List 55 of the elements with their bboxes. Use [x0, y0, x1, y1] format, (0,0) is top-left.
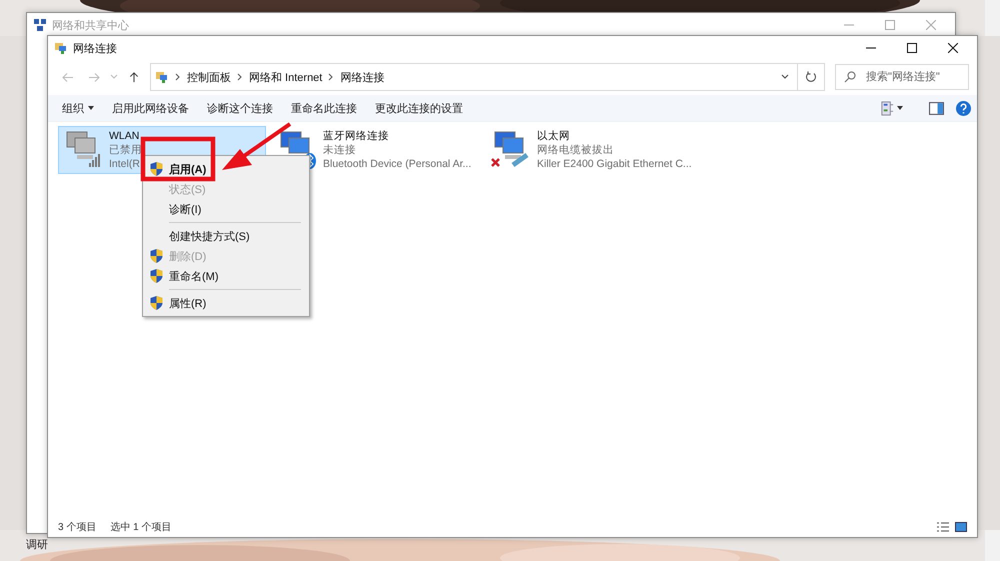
menu-item[interactable]: 创建快捷方式(S) [145, 226, 307, 246]
menu-item[interactable]: 重命名(M) [145, 266, 307, 286]
command-button[interactable]: 启用此网络设备 [104, 96, 197, 120]
connection-status: 网络电缆被拔出 [537, 143, 615, 157]
refresh-button[interactable] [797, 63, 825, 91]
command-button[interactable]: 更改此连接的设置 [367, 96, 471, 120]
breadcrumb-item[interactable]: 控制面板 [187, 70, 231, 84]
window-title: 网络和共享中心 [52, 18, 129, 32]
breadcrumb-item[interactable]: 网络和 Internet [249, 70, 322, 84]
chevron-right-icon [237, 73, 243, 81]
breadcrumb-item[interactable]: 网络连接 [340, 70, 384, 84]
help-icon[interactable] [956, 100, 971, 116]
search-icon [844, 71, 856, 83]
network-folder-icon [54, 41, 68, 55]
close-icon[interactable] [948, 43, 958, 53]
caret-icon [88, 106, 94, 110]
command-button[interactable]: 组织 [54, 96, 102, 120]
monitor-cable-icon [491, 129, 531, 169]
address-bar[interactable]: 控制面板 网络和 Internet 网络连接 [150, 63, 798, 91]
network-icon [33, 18, 47, 32]
chevron-right-icon [175, 73, 181, 81]
connection-name: 以太网 [537, 129, 571, 143]
search-field[interactable]: 搜索"网络连接" [835, 64, 969, 90]
device-name: Bluetooth Device (Personal Ar... [323, 157, 472, 171]
status-text: 选中 1 个项目 [110, 520, 172, 534]
refresh-icon [805, 71, 817, 83]
connection-status: 未连接 [323, 143, 357, 157]
details-view-icon[interactable] [937, 522, 949, 532]
large-icons-view-icon[interactable] [955, 522, 967, 532]
menu-item[interactable]: 诊断(I) [145, 199, 307, 219]
maximize-icon[interactable] [907, 43, 917, 53]
connection-name: 蓝牙网络连接 [323, 129, 390, 143]
caret-icon[interactable] [897, 106, 903, 110]
shield-icon [150, 249, 163, 263]
device-name: Killer E2400 Gigabit Ethernet C... [537, 157, 692, 171]
network-folder-icon [155, 70, 169, 84]
shield-icon [150, 296, 163, 310]
preview-pane-icon[interactable] [929, 100, 944, 116]
status-text: 3 个项目 [58, 521, 96, 534]
annotation-arrow [222, 122, 292, 170]
device-name: Intel(R [109, 157, 141, 171]
view-options-icon[interactable] [880, 100, 895, 116]
shield-icon [150, 269, 163, 283]
connection-status: 已禁用 [109, 143, 142, 157]
window-title: 网络连接 [73, 42, 117, 56]
chevron-down-icon[interactable] [781, 74, 789, 80]
connection-name: WLAN [109, 129, 140, 143]
command-button[interactable]: 重命名此连接 [283, 96, 365, 120]
shield-icon [150, 162, 163, 176]
command-button[interactable]: 诊断这个连接 [199, 96, 281, 120]
up-arrow-icon[interactable] [128, 72, 140, 82]
connection-item[interactable]: 以太网 网络电缆被拔出 Killer E2400 Gigabit Ethernet C... [486, 126, 697, 174]
menu-item[interactable]: 属性(R) [145, 293, 307, 313]
desktop-icon-label[interactable]: 调研 [26, 539, 48, 551]
chevron-right-icon [328, 73, 334, 81]
